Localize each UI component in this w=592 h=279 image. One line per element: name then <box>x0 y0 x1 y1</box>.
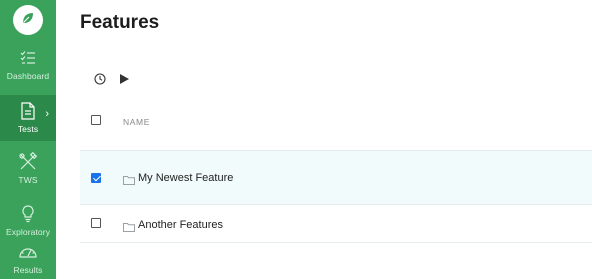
select-all-checkbox[interactable] <box>91 115 101 125</box>
lightbulb-icon <box>18 204 38 224</box>
checklist-icon <box>18 48 38 68</box>
gauge-icon <box>18 242 38 262</box>
row-checkbox[interactable] <box>91 218 101 228</box>
sidebar-item-label: Tests <box>17 124 39 134</box>
table-row[interactable]: Another Features <box>80 204 592 242</box>
folder-icon <box>123 219 135 237</box>
chevron-right-icon: › <box>45 108 49 120</box>
sidebar-item-label: Exploratory <box>5 227 51 237</box>
tools-icon <box>18 152 38 172</box>
sidebar-item-label: Dashboard <box>6 71 50 81</box>
sidebar-item-results[interactable]: Results <box>0 242 56 279</box>
row-name[interactable]: Another Features <box>138 219 223 231</box>
app-logo[interactable] <box>13 5 43 35</box>
column-header-name[interactable]: NAME <box>123 117 150 127</box>
document-icon <box>18 101 38 121</box>
sidebar-item-dashboard[interactable]: Dashboard <box>0 48 56 90</box>
sidebar-item-tests[interactable]: Tests › <box>0 95 56 141</box>
sidebar: Dashboard Tests › TWS Exploratory Result… <box>0 0 56 279</box>
sidebar-item-label: TWS <box>18 175 38 185</box>
play-icon[interactable] <box>119 73 130 85</box>
row-name[interactable]: My Newest Feature <box>138 172 233 184</box>
sidebar-item-tws[interactable]: TWS <box>0 152 56 194</box>
history-icon[interactable] <box>94 73 106 85</box>
table-divider <box>80 242 592 243</box>
sidebar-item-exploratory[interactable]: Exploratory <box>0 204 56 240</box>
leaf-icon <box>20 10 36 31</box>
row-checkbox[interactable] <box>91 173 101 183</box>
table-row[interactable]: My Newest Feature <box>80 150 592 204</box>
page-title: Features <box>80 12 160 33</box>
folder-icon <box>123 172 135 190</box>
sidebar-item-label: Results <box>13 265 43 275</box>
